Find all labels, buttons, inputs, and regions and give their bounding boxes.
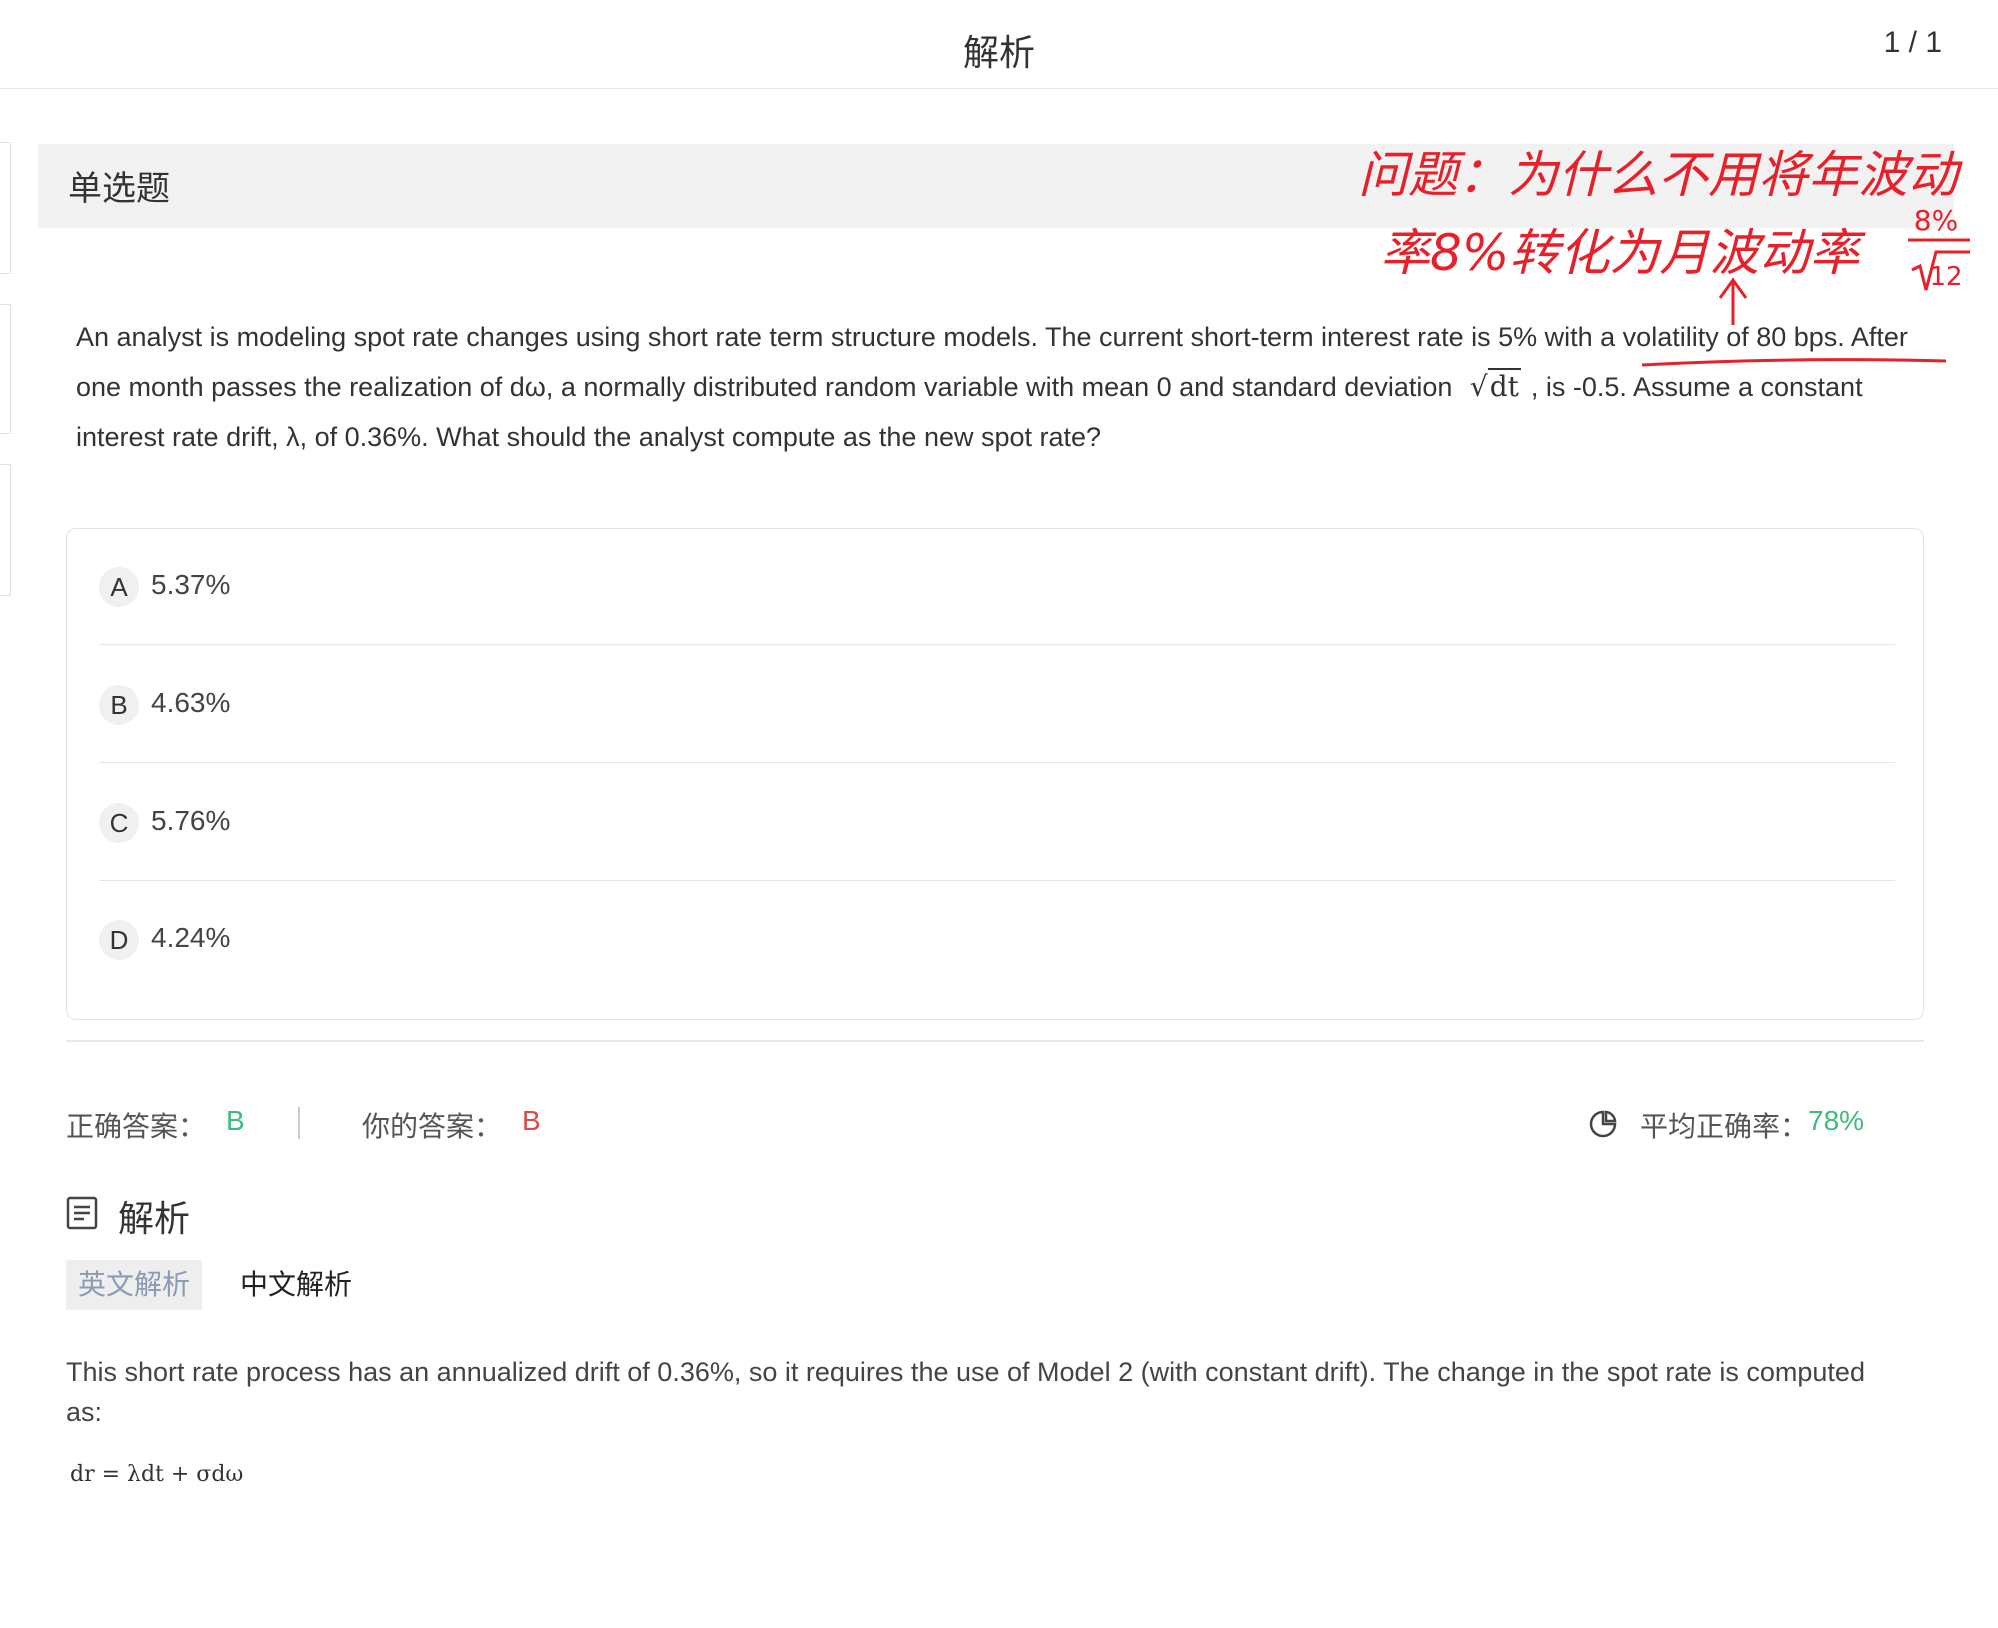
analysis-text: This short rate process has an annualize… (66, 1357, 1865, 1427)
divider (99, 880, 1895, 881)
analysis-title: 解析 (118, 1198, 191, 1239)
option-b[interactable]: B 4.63% (99, 647, 1895, 763)
option-letter: D (99, 920, 139, 960)
tab-english-analysis[interactable]: 英文解析 (66, 1260, 203, 1310)
handwritten-annotation: 问题：为什么不用将年波动 率8%转化为月波动率 8% 12 (1358, 146, 1970, 325)
option-d[interactable]: D 4.24% (99, 882, 1895, 998)
option-c[interactable]: C 5.76% (99, 765, 1895, 881)
section-divider (66, 1040, 1924, 1042)
sqrt-dt: √dt (1460, 368, 1531, 403)
sqrt-radicand: dt (1487, 368, 1521, 403)
correct-answer-label: 正确答案： (66, 1111, 207, 1142)
document-list-icon (66, 1196, 98, 1230)
sqrt-symbol: √ (1469, 370, 1488, 403)
options-card: A 5.37% B 4.63% C 5.76% D 4.24% (66, 528, 1924, 1020)
answers-row: 正确答案： B 你的答案： B 平均正确率： 78% (66, 1105, 1924, 1145)
side-panel-tab[interactable] (0, 142, 11, 274)
page-title: 解析 (962, 32, 1035, 73)
average-accuracy-label: 平均正确率： (1640, 1111, 1809, 1142)
answer-separator (298, 1107, 300, 1139)
annotation-fraction-numerator: 8% (1914, 204, 1958, 237)
formula: dr = λdt + σdω (70, 1462, 244, 1487)
option-a[interactable]: A 5.37% (99, 529, 1895, 645)
your-answer-value: B (522, 1105, 541, 1136)
option-letter: C (99, 803, 139, 843)
top-bar: 解析 1 / 1 (0, 0, 1998, 89)
option-text: 5.76% (151, 805, 231, 836)
question-counter: 1 / 1 (1883, 26, 1942, 59)
annotation-line-1: 问题：为什么不用将年波动 (1358, 146, 1963, 204)
divider (99, 762, 1895, 763)
option-text: 4.63% (151, 687, 231, 718)
pie-chart-icon (1589, 1110, 1617, 1138)
annotation-fraction-denominator: 12 (1929, 262, 1962, 292)
option-letter: B (99, 685, 139, 725)
option-text: 4.24% (151, 922, 231, 953)
question-type-label: 单选题 (68, 170, 170, 208)
option-text: 5.37% (151, 569, 231, 600)
your-answer-label: 你的答案： (362, 1111, 503, 1142)
annotation-line-2: 率8%转化为月波动率 (1380, 224, 1866, 282)
side-panel-tab[interactable] (0, 464, 11, 596)
question-text: An analyst is modeling spot rate changes… (76, 312, 1926, 462)
tab-chinese-analysis[interactable]: 中文解析 (228, 1260, 364, 1310)
correct-answer-value: B (226, 1105, 245, 1136)
divider (99, 644, 1895, 645)
option-letter: A (99, 567, 139, 607)
side-panel-tab[interactable] (0, 304, 11, 434)
average-accuracy-value: 78% (1808, 1105, 1865, 1136)
